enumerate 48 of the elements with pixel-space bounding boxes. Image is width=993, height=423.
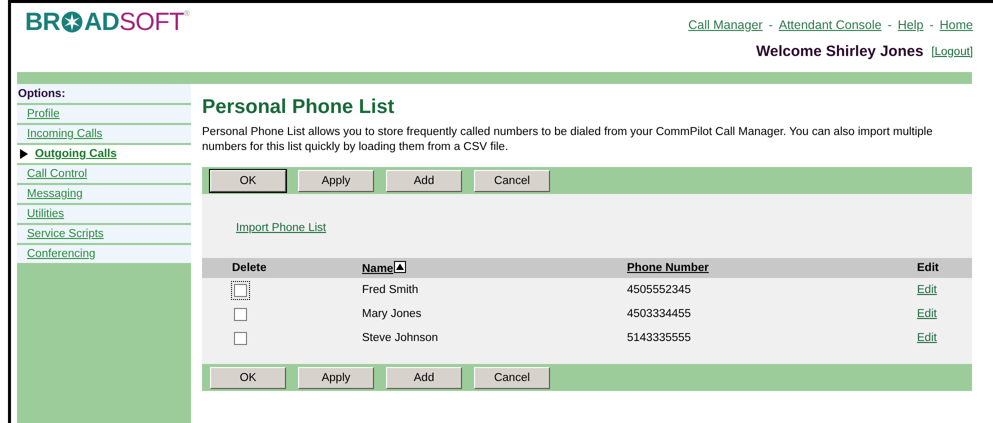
delete-checkbox[interactable] [234,284,247,296]
link-separator: - [929,18,934,32]
edit-link[interactable]: Edit [917,308,937,320]
column-header: Delete [202,258,362,278]
name-cell: Mary Jones [362,308,422,320]
sidebar-item[interactable]: Call Control [17,165,191,185]
edit-link[interactable]: Edit [917,284,937,296]
sidebar-item[interactable]: Conferencing [17,245,191,265]
form-button[interactable]: Add [386,170,462,192]
welcome-text: Welcome Shirley Jones [756,43,924,60]
form-button[interactable]: Apply [298,366,374,388]
header-link[interactable]: Attendant Console [778,18,882,32]
column-header[interactable]: Name [362,263,394,275]
page-description: Personal Phone List allows you to store frequently called numbers to be dialed from your CommPilot Call Manager. You can also import multiple numbers for this list quickly by loading them from a CSV file. [202,125,934,155]
sidebar-heading: Options: [17,84,191,105]
form-button[interactable]: OK [210,170,286,192]
page-title: Personal Phone List [202,96,396,119]
logo: BR ADSOFT$^{®}$ [25,9,190,35]
delete-checkbox[interactable] [234,308,247,320]
import-link[interactable]: Import Phone List [236,222,972,234]
sort-up-icon[interactable] [394,261,406,273]
form-button[interactable]: Add [386,366,462,388]
link-separator: - [768,18,773,32]
pointer-icon [20,149,28,159]
name-cell: Fred Smith [362,284,418,296]
form-button[interactable]: Cancel [474,366,550,388]
sidebar-item[interactable]: Profile [17,105,191,125]
sidebar-item[interactable]: Incoming Calls [17,125,191,145]
header-link[interactable]: Home [940,18,973,32]
phone-cell: 4505552345 [627,284,691,296]
header-link[interactable]: Help [898,18,924,32]
header-link[interactable]: Call Manager [688,18,763,32]
sidebar-item[interactable]: Outgoing Calls [17,145,191,165]
form-button[interactable]: OK [210,366,286,388]
name-cell: Steve Johnson [362,332,438,344]
sidebar-item[interactable]: Service Scripts [17,225,191,245]
column-header: Edit [917,258,972,278]
sidebar-item[interactable]: Utilities [17,205,191,225]
form-button[interactable]: Cancel [474,170,550,192]
sidebar-item[interactable]: Messaging [17,185,191,205]
column-header[interactable]: Phone Number [627,262,709,274]
form-button[interactable]: Apply [298,170,374,192]
logout-link[interactable]: [Logout] [931,46,973,58]
edit-link[interactable]: Edit [917,332,937,344]
delete-checkbox[interactable] [234,332,247,344]
phone-cell: 4503334455 [627,308,691,320]
link-separator: - [888,18,892,32]
phone-cell: 5143335555 [627,332,691,344]
